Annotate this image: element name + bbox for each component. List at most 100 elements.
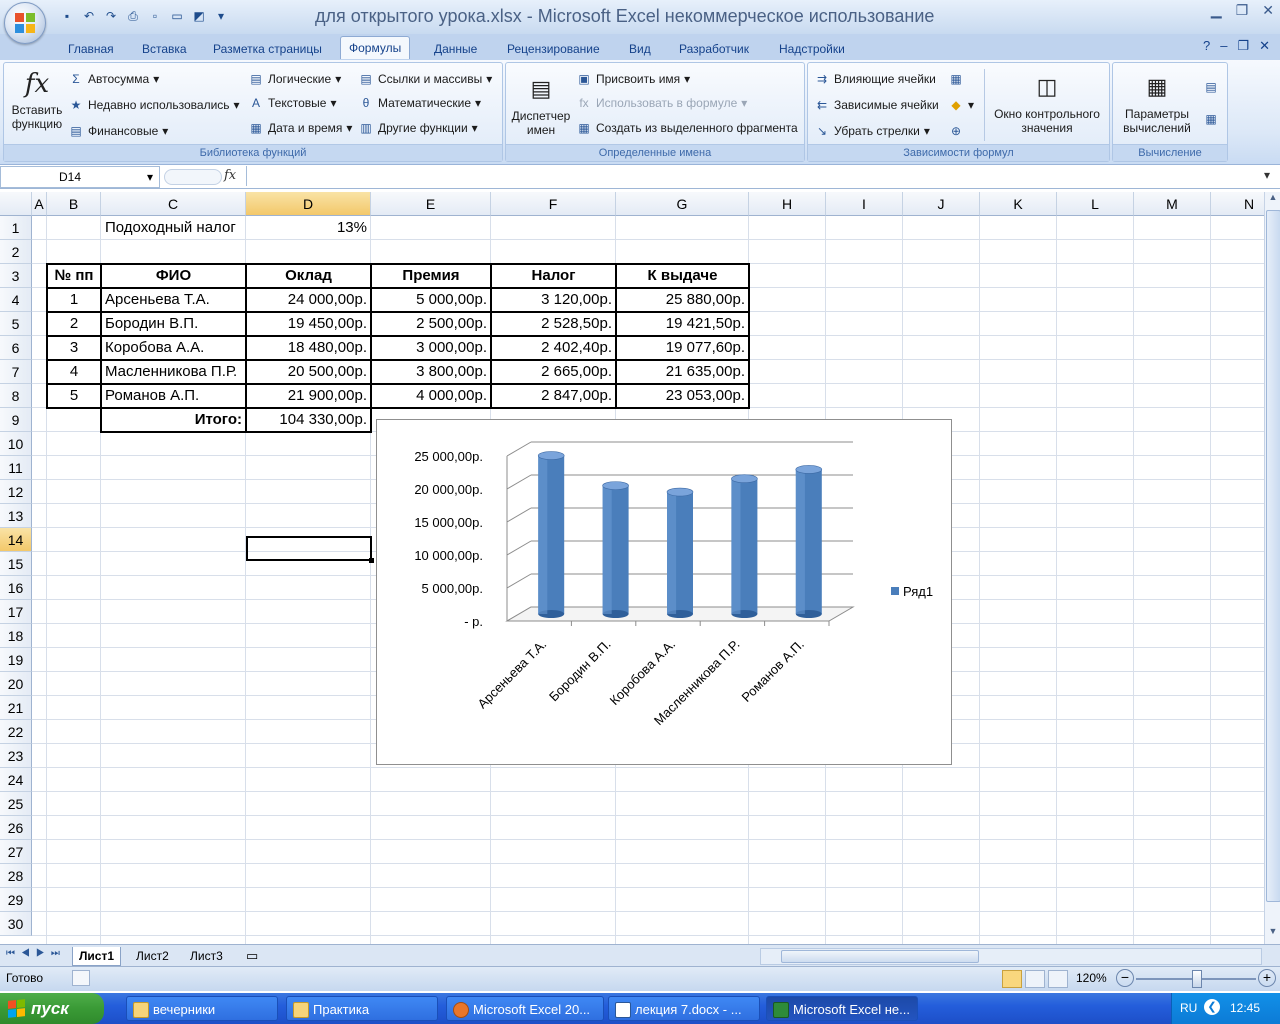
row-header-25[interactable]: 25: [0, 792, 32, 816]
scroll-down-icon[interactable]: ▼: [1266, 926, 1280, 942]
row-header-13[interactable]: 13: [0, 504, 32, 528]
zoom-slider-thumb[interactable]: [1192, 970, 1202, 988]
row-header-23[interactable]: 23: [0, 744, 32, 768]
undo-icon[interactable]: ↶: [80, 7, 98, 25]
horizontal-scrollbar[interactable]: [760, 948, 1262, 965]
scroll-thumb[interactable]: [1266, 210, 1280, 902]
sheet-tab-2[interactable]: Лист2: [130, 947, 175, 965]
active-cell-D14[interactable]: [246, 536, 374, 563]
row-header-5[interactable]: 5: [0, 312, 32, 336]
page-layout-view-icon[interactable]: [1025, 970, 1045, 988]
text-functions-button[interactable]: A Текстовые ▾: [248, 95, 336, 111]
column-header-L[interactable]: L: [1057, 192, 1134, 216]
header-cell-payout[interactable]: К выдаче: [616, 264, 749, 288]
ribbon-restore-icon[interactable]: ❐: [1237, 38, 1249, 54]
print-icon[interactable]: ⎙: [124, 7, 142, 25]
trace-precedents-button[interactable]: ⇉ Влияющие ячейки: [814, 71, 936, 87]
row-header-10[interactable]: 10: [0, 432, 32, 456]
row-header-30[interactable]: 30: [0, 912, 32, 936]
header-cell-salary[interactable]: Оклад: [246, 264, 371, 288]
row-header-11[interactable]: 11: [0, 456, 32, 480]
table-cell[interactable]: 21 900,00р.: [246, 384, 371, 408]
financial-functions-button[interactable]: ▤ Финансовые ▾: [68, 123, 168, 139]
insert-sheet-icon[interactable]: ▭: [240, 947, 264, 965]
tab-page-layout[interactable]: Разметка страницы: [205, 38, 330, 60]
tab-insert[interactable]: Вставка: [134, 38, 195, 60]
total-value-cell[interactable]: 104 330,00р.: [246, 408, 371, 432]
table-cell[interactable]: 2 665,00р.: [491, 360, 616, 384]
create-from-selection-button[interactable]: ▦ Создать из выделенного фрагмента: [576, 120, 797, 136]
column-header-F[interactable]: F: [491, 192, 616, 216]
row-header-12[interactable]: 12: [0, 480, 32, 504]
other-functions-button[interactable]: ▥ Другие функции ▾: [358, 120, 477, 136]
table-cell[interactable]: 3 120,00р.: [491, 288, 616, 312]
calc-options-button[interactable]: ▦ Параметры вычислений: [1115, 71, 1199, 136]
table-cell[interactable]: 1: [47, 288, 101, 312]
column-header-A[interactable]: A: [32, 192, 47, 216]
table-cell[interactable]: 2 528,50р.: [491, 312, 616, 336]
show-formulas-button[interactable]: ▦: [948, 71, 964, 87]
expand-formula-bar-icon[interactable]: ▾: [1264, 168, 1270, 182]
column-header-C[interactable]: C: [101, 192, 246, 216]
table-cell[interactable]: 2 500,00р.: [371, 312, 491, 336]
print-preview-icon[interactable]: ◩: [190, 7, 208, 25]
table-cell[interactable]: 3 800,00р.: [371, 360, 491, 384]
formula-bar-splitter[interactable]: [164, 169, 222, 185]
row-header-18[interactable]: 18: [0, 624, 32, 648]
calc-now-button[interactable]: ▤: [1203, 79, 1219, 95]
row-header-20[interactable]: 20: [0, 672, 32, 696]
table-cell[interactable]: 21 635,00р.: [616, 360, 749, 384]
table-cell[interactable]: 18 480,00р.: [246, 336, 371, 360]
column-header-G[interactable]: G: [616, 192, 749, 216]
vertical-scrollbar[interactable]: ▲ ▼: [1264, 192, 1280, 944]
task-firefox-excel[interactable]: Microsoft Excel 20...: [446, 996, 604, 1021]
row-header-7[interactable]: 7: [0, 360, 32, 384]
table-cell[interactable]: 3: [47, 336, 101, 360]
row-header-3[interactable]: 3: [0, 264, 32, 288]
tab-formulas[interactable]: Формулы: [340, 36, 411, 59]
row-header-26[interactable]: 26: [0, 816, 32, 840]
help-icon[interactable]: ?: [1203, 38, 1210, 54]
row-header-15[interactable]: 15: [0, 552, 32, 576]
zoom-out-icon[interactable]: −: [1116, 969, 1134, 987]
column-header-N[interactable]: N: [1211, 192, 1264, 216]
math-functions-button[interactable]: θ Математические ▾: [358, 95, 481, 111]
trace-dependents-button[interactable]: ⇇ Зависимые ячейки: [814, 97, 939, 113]
insert-function-fx-icon[interactable]: fx: [224, 168, 236, 183]
total-label-cell[interactable]: Итого:: [101, 408, 246, 432]
column-header-B[interactable]: B: [47, 192, 101, 216]
sheet-tab-1[interactable]: Лист1: [72, 947, 122, 966]
table-cell[interactable]: Коробова А.А.: [101, 336, 246, 360]
sheet-nav-icons[interactable]: ⏮◀▶⏭: [6, 948, 66, 959]
datetime-functions-button[interactable]: ▦ Дата и время ▾: [248, 120, 352, 136]
row-header-22[interactable]: 22: [0, 720, 32, 744]
tab-review[interactable]: Рецензирование: [499, 38, 608, 60]
tab-data[interactable]: Данные: [426, 38, 485, 60]
formula-input[interactable]: [246, 166, 1267, 186]
table-cell[interactable]: 19 450,00р.: [246, 312, 371, 336]
sheet-tab-3[interactable]: Лист3: [184, 947, 229, 965]
table-cell[interactable]: 2 847,00р.: [491, 384, 616, 408]
column-header-E[interactable]: E: [371, 192, 491, 216]
ribbon-minimize-icon[interactable]: –: [1220, 38, 1227, 54]
table-cell[interactable]: Арсеньева Т.А.: [101, 288, 246, 312]
page-break-view-icon[interactable]: [1048, 970, 1068, 988]
recent-functions-button[interactable]: ★ Недавно использовались ▾: [68, 97, 240, 113]
office-button[interactable]: [4, 2, 46, 44]
task-folder-vecherniki[interactable]: вечерники: [126, 996, 278, 1021]
tab-addins[interactable]: Надстройки: [771, 38, 853, 60]
insert-function-button[interactable]: fx Вставить функцию: [6, 67, 68, 131]
tab-view[interactable]: Вид: [621, 38, 659, 60]
restore-icon[interactable]: ❐: [1236, 2, 1249, 19]
table-cell[interactable]: Бородин В.П.: [101, 312, 246, 336]
watch-window-button[interactable]: ◫ Окно контрольного значения: [988, 71, 1106, 136]
header-cell-tax[interactable]: Налог: [491, 264, 616, 288]
table-cell[interactable]: 24 000,00р.: [246, 288, 371, 312]
minimize-icon[interactable]: ▁: [1211, 2, 1222, 19]
row-header-19[interactable]: 19: [0, 648, 32, 672]
error-checking-button[interactable]: ◆ ▾: [948, 97, 974, 113]
row-header-2[interactable]: 2: [0, 240, 32, 264]
task-excel-active[interactable]: Microsoft Excel не...: [766, 996, 918, 1021]
tray-back-icon[interactable]: ❮: [1204, 999, 1220, 1015]
new-file-icon[interactable]: ▫: [146, 7, 164, 25]
